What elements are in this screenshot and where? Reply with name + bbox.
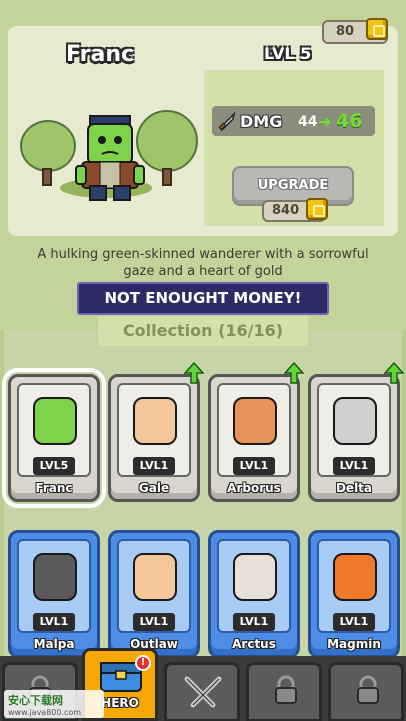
hero-card-level: LVL1 xyxy=(133,613,175,631)
hero-card-franc[interactable]: LVL5 Franc xyxy=(2,368,106,508)
hero-card-level: LVL1 xyxy=(233,457,275,475)
arctus-avatar-icon xyxy=(233,553,277,601)
site-watermark: 安心下载网 www.java800.com xyxy=(4,690,104,718)
hero-card-name: Delta xyxy=(335,481,373,495)
lock-icon xyxy=(357,675,379,704)
tab-locked-3[interactable] xyxy=(328,662,404,721)
hero-card-name: Franc xyxy=(35,481,73,495)
magmin-avatar-icon xyxy=(333,553,377,601)
hero-card-level: LVL1 xyxy=(233,613,275,631)
hero-card-level: LVL1 xyxy=(333,457,375,475)
gale-avatar-icon xyxy=(133,397,177,445)
tab-locked-2[interactable] xyxy=(246,662,322,721)
arrow-right-icon: ➜ xyxy=(318,112,332,131)
upgrade-available-arrow-icon xyxy=(184,362,204,384)
sword-icon xyxy=(218,111,236,131)
lock-icon xyxy=(275,675,297,704)
hero-card-name: Magmin xyxy=(327,637,381,651)
hero-card-arborus[interactable]: LVL1 Arborus xyxy=(208,374,300,502)
hero-portrait xyxy=(18,70,202,226)
notification-badge: ! xyxy=(135,655,151,671)
dmg-label: DMG xyxy=(240,112,283,131)
hero-card-magmin[interactable]: LVL1 Magmin xyxy=(308,530,400,658)
upgrade-available-arrow-icon xyxy=(284,362,304,384)
hero-card-level: LVL5 xyxy=(33,457,75,475)
gold-coin-icon xyxy=(366,18,388,40)
hero-level: LVL 5 xyxy=(264,44,312,63)
collection-title: Collection (16/16) xyxy=(98,316,308,346)
hero-card-outlaw[interactable]: LVL1 Outlaw xyxy=(108,530,200,658)
hero-card-malpa[interactable]: LVL1 Malpa xyxy=(8,530,100,658)
tab-battle[interactable] xyxy=(164,662,240,721)
watermark-url: www.java800.com xyxy=(8,708,82,717)
hero-name: Franc xyxy=(66,42,135,67)
gold-amount: 80 xyxy=(336,24,355,39)
upgrade-available-arrow-icon xyxy=(384,362,404,384)
dmg-next: 46 xyxy=(336,110,363,132)
franc-character-icon xyxy=(75,115,145,201)
hero-card-level: LVL1 xyxy=(133,457,175,475)
watermark-title: 安心下载网 xyxy=(8,694,63,707)
hero-card-delta[interactable]: LVL1 Delta xyxy=(308,374,400,502)
hero-description: A hulking green-skinned wanderer with a … xyxy=(37,247,369,279)
outlaw-avatar-icon xyxy=(133,553,177,601)
crossed-swords-icon xyxy=(184,676,222,708)
hero-card-level: LVL1 xyxy=(33,613,75,631)
hero-card-gale[interactable]: LVL1 Gale xyxy=(108,374,200,502)
upgrade-cost-amount: 840 xyxy=(272,203,300,218)
gold-coin-icon xyxy=(306,198,328,220)
dmg-current: 44 xyxy=(298,114,318,130)
hero-card-name: Gale xyxy=(138,481,170,495)
dmg-stat-row: DMG 44 ➜ 46 xyxy=(212,106,375,136)
delta-avatar-icon xyxy=(333,397,377,445)
toast-message: NOT ENOUGHT MONEY! xyxy=(77,282,329,315)
hero-card-arctus[interactable]: LVL1 Arctus xyxy=(208,530,300,658)
hero-card-level: LVL1 xyxy=(333,613,375,631)
hero-card-name: Arborus xyxy=(227,481,281,495)
malpa-avatar-icon xyxy=(33,553,77,601)
hero-card-name: Arctus xyxy=(232,637,276,651)
arborus-avatar-icon xyxy=(233,397,277,445)
franc-avatar-icon xyxy=(33,397,77,445)
